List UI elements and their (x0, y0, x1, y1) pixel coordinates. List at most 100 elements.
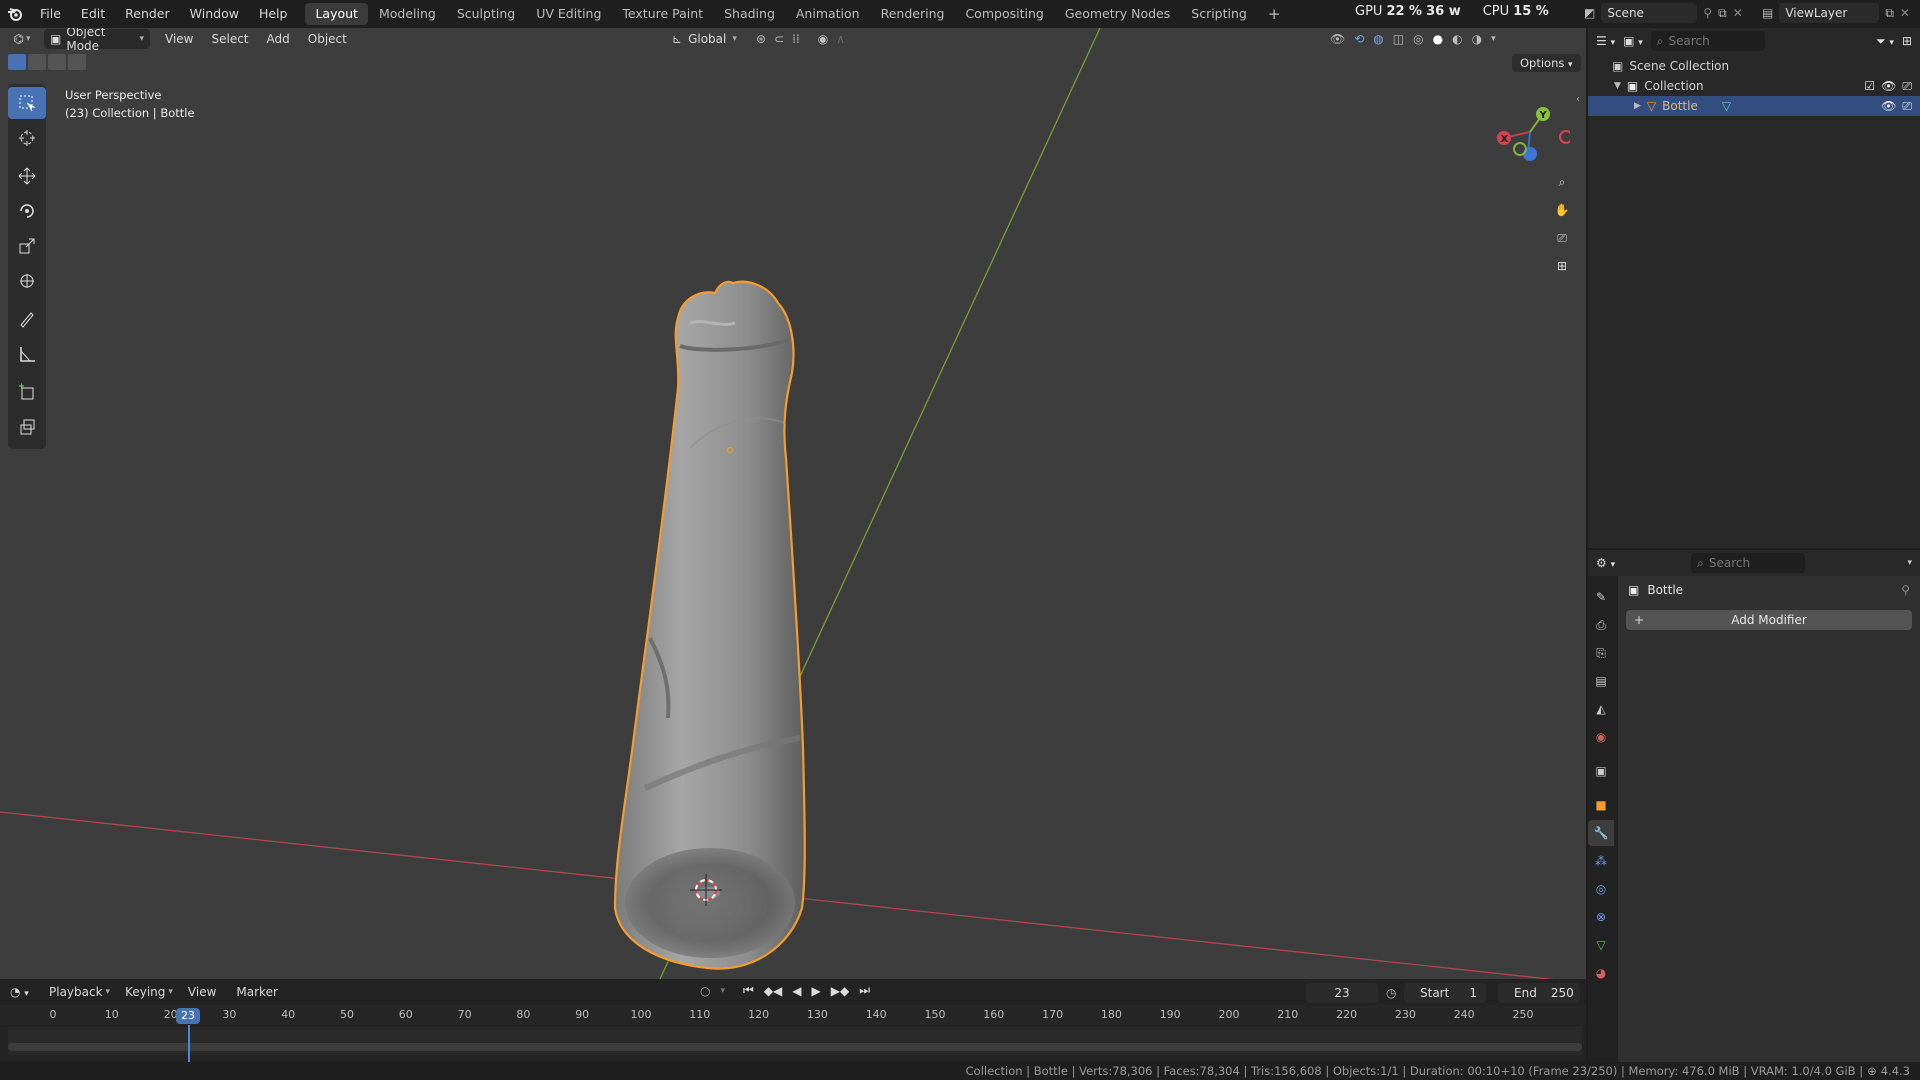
play-reverse-icon[interactable]: ◀ (792, 984, 801, 998)
bottle-mesh[interactable] (613, 280, 806, 970)
select-box-tool[interactable] (8, 87, 46, 119)
frame-ruler[interactable]: 0 10 20 30 40 50 60 70 80 90 100 110 120 130 140 150 160… (0, 1005, 1586, 1025)
solid-shading-icon[interactable]: ● (1433, 32, 1443, 46)
constraints-tab-icon[interactable]: ⊗ (1588, 904, 1614, 930)
extrude-tool[interactable] (8, 411, 46, 443)
scene-field[interactable]: Scene (1601, 3, 1698, 23)
add-workspace-button[interactable]: + (1258, 3, 1291, 25)
menu-help[interactable]: Help (249, 0, 298, 28)
perspective-grid-icon[interactable]: ⊞ (1548, 252, 1576, 280)
tab-layout[interactable]: Layout (305, 3, 368, 25)
delete-view-layer-icon[interactable]: ✕ (1900, 6, 1910, 20)
new-view-layer-icon[interactable]: ⧉ (1885, 6, 1894, 21)
timeline-scrollbar[interactable] (8, 1043, 1582, 1051)
rendered-shading-icon[interactable]: ◑ (1472, 32, 1482, 46)
tab-texture-paint[interactable]: Texture Paint (612, 3, 713, 25)
material-tab-icon[interactable]: ◕ (1588, 960, 1614, 986)
start-frame-field[interactable]: Start 1 (1404, 983, 1486, 1003)
play-icon[interactable]: ▶ (812, 984, 821, 998)
scene-tab-icon[interactable]: ◭ (1588, 696, 1614, 722)
outliner-search-input[interactable]: ⌕ Search (1650, 31, 1765, 51)
snap-target-icon[interactable]: ⁞⁞ (792, 32, 800, 46)
transform-tool[interactable] (8, 265, 46, 297)
overlays-icon[interactable]: ◍ (1373, 32, 1383, 46)
wireframe-shading-icon[interactable]: ◎ (1413, 32, 1423, 46)
jump-start-icon[interactable]: ⏮ (743, 983, 754, 998)
pivot-icon[interactable]: ⊛ (756, 32, 766, 46)
jump-end-icon[interactable]: ⏭ (859, 983, 870, 998)
jump-keyframe-back-icon[interactable]: ◆◀ (764, 984, 782, 998)
material-shading-icon[interactable]: ◐ (1452, 32, 1462, 46)
mesh-data-icon[interactable]: ▽ (1722, 99, 1731, 113)
annotate-tool[interactable] (8, 303, 46, 335)
tab-sculpting[interactable]: Sculpting (447, 3, 525, 25)
tab-compositing[interactable]: Compositing (955, 3, 1053, 25)
scene-collection-row[interactable]: ▣ Scene Collection (1588, 56, 1920, 76)
physics-tab-icon[interactable]: ◎ (1588, 876, 1614, 902)
display-mode-icon[interactable]: ▣ ▾ (1623, 34, 1643, 48)
tab-animation[interactable]: Animation (786, 3, 870, 25)
hide-eye-icon[interactable]: 👁 (1881, 79, 1896, 93)
world-tab-icon[interactable]: ◉ (1588, 724, 1614, 750)
object-tab-icon[interactable]: ■ (1588, 792, 1614, 818)
delete-scene-icon[interactable]: ✕ (1733, 6, 1743, 20)
properties-options-icon[interactable]: ▾ (1907, 558, 1912, 568)
select-extend-icon[interactable] (28, 54, 46, 70)
pan-hand-icon[interactable]: ✋ (1548, 196, 1576, 224)
scale-tool[interactable] (8, 230, 46, 262)
add-modifier-button[interactable]: + Add Modifier (1626, 610, 1912, 630)
modifier-tab-icon[interactable]: 🔧 (1588, 820, 1614, 846)
pin-icon[interactable]: ⚲ (1703, 6, 1712, 20)
render-camera-icon[interactable]: ⎚ (1902, 79, 1912, 94)
select-intersect-icon[interactable] (68, 54, 86, 70)
filter-icon[interactable]: ⏷ ▾ (1876, 34, 1894, 49)
tab-uv-editing[interactable]: UV Editing (526, 3, 611, 25)
shading-dropdown-icon[interactable]: ▾ (1491, 34, 1496, 44)
current-frame-field[interactable]: 23 (1306, 983, 1378, 1003)
bottle-eye-icon[interactable]: 👁 (1881, 99, 1896, 113)
view-layer-icon[interactable]: ▤ (1762, 6, 1773, 20)
menu-view[interactable]: View (156, 28, 202, 50)
timeline-track[interactable] (8, 1027, 1582, 1055)
collection-tab-icon[interactable]: ▣ (1588, 758, 1614, 784)
orientation-dropdown[interactable]: ⊾ Global ▾ (672, 32, 737, 46)
blender-logo-icon[interactable] (0, 7, 30, 21)
collection-row[interactable]: ▼ ▣ Collection ☑ 👁 ⎚ (1588, 76, 1920, 96)
measure-tool[interactable] (8, 338, 46, 370)
gizmo-toggle-icon[interactable]: ⟲ (1354, 32, 1364, 46)
jump-keyframe-forward-icon[interactable]: ▶◆ (831, 984, 849, 998)
xray-icon[interactable]: ◫ (1393, 32, 1404, 46)
view-layer-field[interactable]: ViewLayer (1779, 3, 1880, 23)
menu-add[interactable]: Add (258, 28, 299, 50)
pin-panel-icon[interactable]: ⚲ (1901, 583, 1910, 597)
menu-playback[interactable]: Playback (40, 981, 112, 1003)
menu-keying[interactable]: Keying (116, 981, 174, 1003)
scene-icon[interactable]: ◩ (1584, 6, 1595, 20)
sidebar-toggle-icon[interactable]: ‹ (1576, 94, 1580, 105)
tool-tab-icon[interactable]: ✎ (1588, 584, 1614, 610)
menu-select[interactable]: Select (202, 28, 257, 50)
bottle-row[interactable]: ▶ ▽ Bottle ▽ 👁 ⎚ (1588, 96, 1920, 116)
add-cube-tool[interactable] (8, 376, 46, 408)
auto-keying-icon[interactable]: ○ (700, 984, 710, 998)
menu-window[interactable]: Window (180, 0, 249, 28)
particles-tab-icon[interactable]: ⁂ (1588, 848, 1614, 874)
timeline-editor-type-icon[interactable]: ◔ ▾ (10, 985, 38, 999)
clock-icon[interactable]: ◷ (1386, 986, 1396, 1000)
menu-object[interactable]: Object (299, 28, 356, 50)
tab-shading[interactable]: Shading (714, 3, 785, 25)
menu-timeline-view[interactable]: View (179, 981, 225, 1003)
select-new-icon[interactable] (8, 54, 26, 70)
menu-file[interactable]: File (30, 0, 71, 28)
camera-view-icon[interactable]: ⎚ (1548, 224, 1576, 252)
render-tab-icon[interactable]: ⎙ (1588, 612, 1614, 638)
end-frame-field[interactable]: End 250 (1498, 983, 1580, 1003)
bottle-render-icon[interactable]: ⎚ (1902, 99, 1912, 114)
tab-rendering[interactable]: Rendering (871, 3, 955, 25)
properties-search-input[interactable]: ⌕ Search (1691, 553, 1806, 573)
exclude-checkbox-icon[interactable]: ☑ (1864, 79, 1875, 93)
proportional-edit-icon[interactable]: ◉ (818, 32, 828, 46)
falloff-icon[interactable]: ∧ (836, 32, 845, 46)
properties-editor-type-icon[interactable]: ⚙ ▾ (1596, 556, 1615, 570)
editor-type-button[interactable]: ⌬ ▾ (0, 32, 44, 46)
